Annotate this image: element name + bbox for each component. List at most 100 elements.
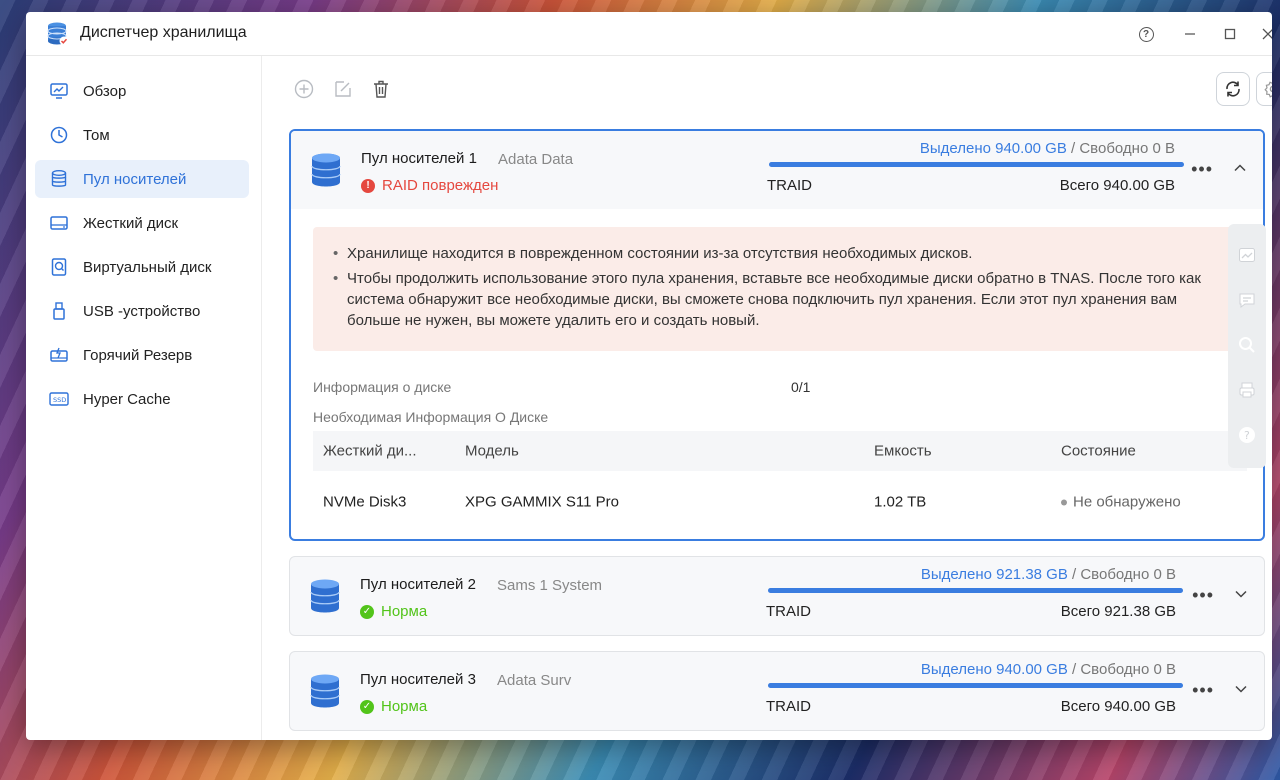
disk-name-cell: NVMe Disk3 xyxy=(323,493,407,511)
storage-pool-card[interactable]: Пул носителей 3 Adata Surv ✓ Норма Выдел… xyxy=(289,651,1265,731)
sidebar-item-overview[interactable]: Обзор xyxy=(35,72,249,110)
pool-name: Пул носителей 1 xyxy=(361,150,477,167)
more-options-button[interactable]: ••• xyxy=(1192,680,1214,701)
usage-bar xyxy=(769,162,1184,167)
maximize-button[interactable] xyxy=(1218,22,1242,46)
table-row[interactable]: NVMe Disk3 XPG GAMMIX S11 Pro 1.02 TB Не… xyxy=(313,471,1247,533)
trash-icon xyxy=(374,80,388,98)
check-icon: ✓ xyxy=(360,604,374,619)
pool-status-text: Норма xyxy=(381,698,428,715)
raid-type: TRAID xyxy=(766,698,811,715)
help-button[interactable]: ? xyxy=(1134,22,1158,46)
close-button[interactable] xyxy=(1256,22,1272,46)
close-icon xyxy=(1262,28,1272,40)
degraded-alert: Хранилище находится в поврежденном состо… xyxy=(313,227,1247,351)
pool-status: ✓ Норма xyxy=(360,698,427,715)
sidebar-item-hyper-cache[interactable]: SSD Hyper Cache xyxy=(35,380,249,418)
disk-table: Жесткий ди... Модель Емкость Состояние N… xyxy=(313,431,1247,533)
sidebar-item-label: Hyper Cache xyxy=(83,390,171,408)
allocated-label: Выделено xyxy=(920,661,992,678)
allocation-text: Выделено 940.00 GB / Свободно 0 B xyxy=(920,140,1175,157)
state-text: Не обнаружено xyxy=(1073,493,1181,511)
state-cell: Не обнаружено xyxy=(1061,494,1181,511)
database-icon xyxy=(310,674,340,708)
sidebar-item-usb[interactable]: USB -устройство xyxy=(35,292,249,330)
more-options-button[interactable]: ••• xyxy=(1191,159,1213,180)
pool-description: Adata Surv xyxy=(497,672,572,689)
minimize-icon xyxy=(1185,33,1195,35)
chevron-down-icon[interactable] xyxy=(1234,587,1248,601)
database-icon xyxy=(311,153,341,187)
sidebar-item-label: Виртуальный диск xyxy=(83,258,212,276)
allocation-text: Выделено 921.38 GB / Свободно 0 B xyxy=(921,566,1176,583)
sidebar-item-hard-disk[interactable]: Жесткий диск xyxy=(35,204,249,242)
pool-header[interactable]: Пул носителей 3 Adata Surv ✓ Норма Выдел… xyxy=(290,652,1264,730)
column-header: Состояние xyxy=(1061,442,1136,460)
refresh-icon xyxy=(1226,81,1240,97)
more-options-button[interactable]: ••• xyxy=(1192,585,1214,606)
allocated-value: 940.00 GB xyxy=(996,661,1068,678)
pool-name: Пул носителей 2 xyxy=(360,576,476,593)
usage-bar-fill xyxy=(768,588,1183,593)
usage-bar xyxy=(768,683,1183,688)
sidebar-item-label: Пул носителей xyxy=(83,170,187,188)
create-button[interactable] xyxy=(293,78,315,100)
column-header: Емкость xyxy=(874,442,932,460)
sidebar-item-label: Том xyxy=(83,126,110,144)
storage-pool-card: Пул носителей 1 Adata Data ! RAID повреж… xyxy=(289,129,1265,541)
allocated-value: 940.00 GB xyxy=(995,140,1067,157)
image-icon[interactable] xyxy=(1238,246,1256,264)
edit-button[interactable] xyxy=(332,78,354,100)
free-value: 0 B xyxy=(1153,661,1176,678)
hard-disk-icon xyxy=(49,213,69,233)
print-icon[interactable] xyxy=(1238,381,1256,399)
sidebar: Обзор Том Пул носителей Жесткий диск Вир… xyxy=(26,56,262,740)
floating-quick-panel: ? xyxy=(1228,224,1266,468)
sidebar-item-virtual-disk[interactable]: Виртуальный диск xyxy=(35,248,249,286)
pool-status-text: RAID поврежден xyxy=(382,177,499,194)
pool-header[interactable]: Пул носителей 1 Adata Data ! RAID повреж… xyxy=(291,131,1263,209)
raid-type: TRAID xyxy=(767,177,812,194)
minimize-button[interactable] xyxy=(1178,22,1202,46)
help-icon[interactable]: ? xyxy=(1238,426,1256,444)
disk-info-value: 0/1 xyxy=(791,379,811,395)
model-cell: XPG GAMMIX S11 Pro xyxy=(465,493,619,511)
storage-pool-card[interactable]: Пул носителей 2 Sams 1 System ✓ Норма Вы… xyxy=(289,556,1265,636)
chat-icon[interactable] xyxy=(1238,291,1256,309)
pool-status-text: Норма xyxy=(381,603,428,620)
settings-button[interactable] xyxy=(1256,72,1272,106)
chevron-down-icon[interactable] xyxy=(1234,682,1248,696)
sidebar-item-volume[interactable]: Том xyxy=(35,116,249,154)
pool-status: ! RAID поврежден xyxy=(361,177,498,194)
sidebar-item-hot-spare[interactable]: Горячий Резерв xyxy=(35,336,249,374)
ssd-icon: SSD xyxy=(49,389,69,409)
free-value: 0 B xyxy=(1153,566,1176,583)
svg-text:?: ? xyxy=(1244,429,1250,442)
pool-header[interactable]: Пул носителей 2 Sams 1 System ✓ Норма Вы… xyxy=(290,557,1264,635)
main-content: Пул носителей 1 Adata Data ! RAID повреж… xyxy=(263,56,1272,740)
alert-message: Хранилище находится в поврежденном состо… xyxy=(333,243,1225,264)
required-disk-info-label: Необходимая Информация О Диске xyxy=(313,409,549,425)
chevron-up-icon[interactable] xyxy=(1233,161,1247,175)
maximize-icon xyxy=(1224,28,1236,40)
column-header: Модель xyxy=(465,442,519,460)
monitor-chart-icon xyxy=(49,81,69,101)
storage-manager-window: Диспетчер хранилища ? Обзор Том Пул носи… xyxy=(26,12,1272,740)
database-icon xyxy=(310,579,340,613)
search-icon[interactable] xyxy=(1238,336,1256,354)
sidebar-item-label: Жесткий диск xyxy=(83,214,179,232)
total-capacity: Всего 940.00 GB xyxy=(1059,177,1175,194)
raid-type: TRAID xyxy=(766,603,811,620)
sidebar-item-storage-pool[interactable]: Пул носителей xyxy=(35,160,249,198)
delete-button[interactable] xyxy=(370,78,392,100)
allocated-value: 921.38 GB xyxy=(996,566,1068,583)
usage-bar-fill xyxy=(768,683,1183,688)
pool-status: ✓ Норма xyxy=(360,603,427,620)
usb-icon xyxy=(49,301,69,321)
error-icon: ! xyxy=(361,178,375,193)
alert-message: Чтобы продолжить использование этого пул… xyxy=(333,268,1225,331)
add-circle-icon xyxy=(294,79,314,99)
usage-bar-fill xyxy=(769,162,1184,167)
gear-icon xyxy=(1264,81,1272,98)
refresh-button[interactable] xyxy=(1216,72,1250,106)
